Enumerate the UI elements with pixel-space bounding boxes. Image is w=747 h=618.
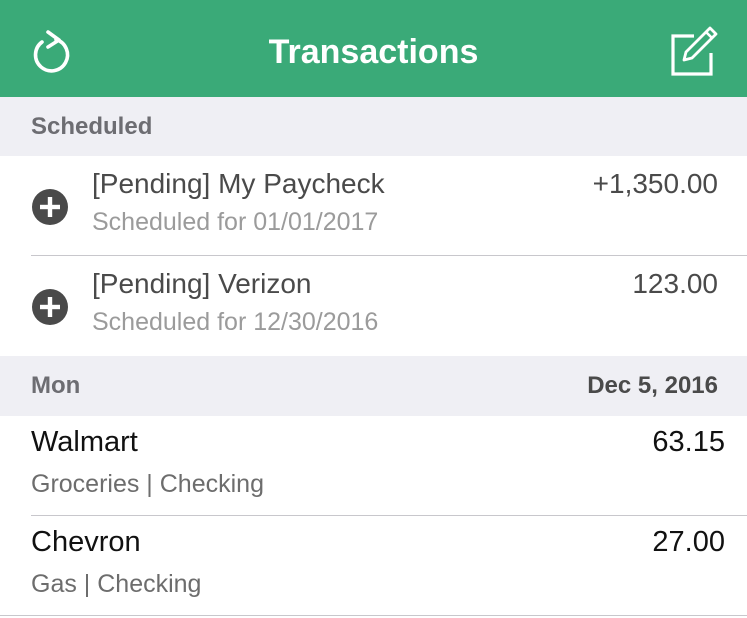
section-header-day: Mon Dec 5, 2016 [0, 356, 747, 416]
transaction-row[interactable]: Walmart Groceries | Checking 63.15 [0, 416, 747, 516]
scheduled-row[interactable]: [Pending] My Paycheck Scheduled for 01/0… [0, 156, 747, 256]
transactions-screen: Transactions Scheduled [Pending] My Payc… [0, 0, 747, 618]
section-date: Dec 5, 2016 [587, 372, 718, 399]
scheduled-title: [Pending] My Paycheck [92, 168, 385, 199]
transaction-row[interactable]: Chevron Gas | Checking 27.00 [0, 516, 747, 616]
navigation-bar: Transactions [0, 0, 747, 97]
scheduled-title: [Pending] Verizon [92, 268, 312, 299]
section-title: Scheduled [31, 113, 153, 140]
refresh-icon [28, 28, 72, 76]
compose-icon [666, 26, 718, 78]
section-header-scheduled: Scheduled [0, 97, 747, 157]
scheduled-date: Scheduled for 01/01/2017 [92, 208, 379, 236]
transaction-payee: Chevron [31, 526, 141, 558]
scheduled-row[interactable]: [Pending] Verizon Scheduled for 12/30/20… [0, 256, 747, 356]
page-title: Transactions [268, 33, 479, 71]
add-circle-icon[interactable] [31, 188, 69, 226]
add-circle-icon[interactable] [31, 288, 69, 326]
section-day: Mon [31, 372, 81, 399]
transaction-category-account: Groceries | Checking [31, 470, 264, 498]
transaction-category-account: Gas | Checking [31, 570, 202, 598]
compose-button[interactable] [664, 24, 720, 80]
row-divider [0, 615, 747, 616]
refresh-button[interactable] [22, 24, 78, 80]
scheduled-amount: +1,350.00 [592, 168, 718, 199]
transaction-payee: Walmart [31, 426, 138, 458]
scheduled-amount: 123.00 [632, 268, 718, 299]
scheduled-date: Scheduled for 12/30/2016 [92, 308, 379, 336]
transaction-amount: 63.15 [652, 426, 725, 458]
transaction-amount: 27.00 [652, 526, 725, 558]
